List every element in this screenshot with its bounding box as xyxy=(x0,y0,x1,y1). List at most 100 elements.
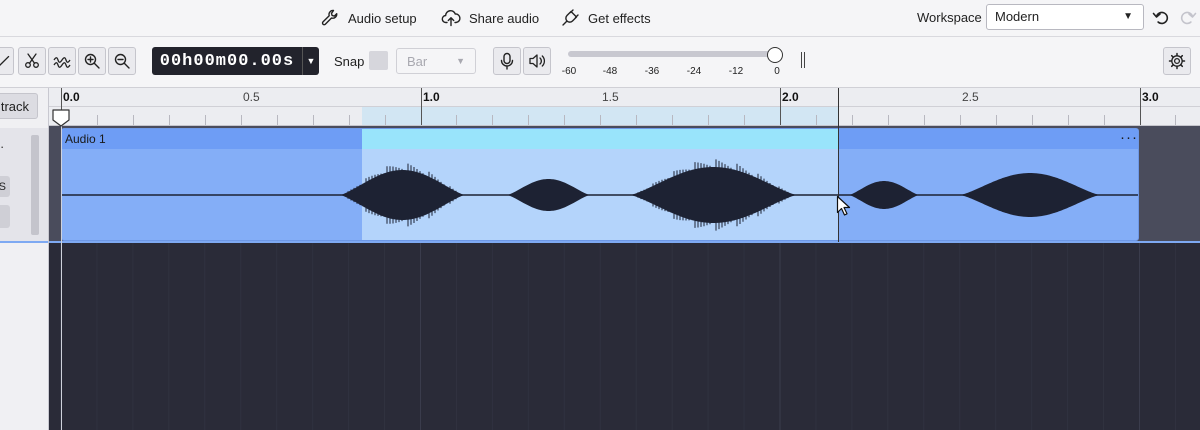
ruler-minor-tick xyxy=(600,115,601,125)
silence-tool-button[interactable] xyxy=(48,47,76,75)
ruler-major-tick xyxy=(421,88,422,125)
solo-button[interactable]: S xyxy=(0,176,10,197)
playback-level-slider-thumb[interactable] xyxy=(767,47,783,63)
ruler-major-tick xyxy=(780,88,781,125)
ruler-minor-tick xyxy=(960,115,961,125)
meter-tick-label: -24 xyxy=(686,66,702,77)
ruler-divider xyxy=(49,106,1200,107)
waveform-burst xyxy=(507,179,590,211)
redo-icon[interactable] xyxy=(1178,7,1198,27)
cloud-upload-icon xyxy=(441,10,461,27)
ruler-minor-tick xyxy=(636,115,637,125)
timecode-format-menu[interactable]: ▼ xyxy=(302,47,319,75)
track-name-stub: · xyxy=(0,139,5,154)
mouse-cursor-icon xyxy=(836,195,851,216)
clip-header-selection-highlight xyxy=(362,129,838,149)
playback-meter-button[interactable] xyxy=(523,47,551,75)
share-audio-button[interactable]: Share audio xyxy=(441,7,539,29)
ruler-minor-tick xyxy=(924,115,925,125)
audio-setup-label: Audio setup xyxy=(348,10,417,26)
chevron-down-icon: ▼ xyxy=(1123,11,1133,22)
workspace-select[interactable]: Modern ▼ xyxy=(986,4,1144,30)
wrench-icon xyxy=(321,9,338,26)
waveform-burst xyxy=(960,173,1100,217)
snap-select[interactable]: Bar ▼ xyxy=(396,48,476,74)
ruler-label: 1.5 xyxy=(602,90,619,104)
clip-menu-icon[interactable]: ··· xyxy=(1120,129,1138,146)
ruler-minor-tick xyxy=(708,115,709,125)
ruler-minor-tick xyxy=(672,115,673,125)
solo-label: S xyxy=(0,180,6,193)
zoom-out-button[interactable] xyxy=(108,47,136,75)
playhead-handle[interactable] xyxy=(51,109,71,127)
gear-icon xyxy=(1168,52,1186,70)
scissors-icon xyxy=(25,53,39,68)
ruler-label: 3.0 xyxy=(1142,90,1159,104)
empty-track-grid[interactable] xyxy=(49,243,1200,430)
zoom-out-icon xyxy=(114,53,130,69)
snap-label: Snap xyxy=(334,54,365,69)
ruler-minor-tick xyxy=(1104,115,1105,125)
ruler-minor-tick xyxy=(744,115,745,125)
chevron-down-icon: ▼ xyxy=(306,56,316,66)
zoom-in-button[interactable] xyxy=(78,47,106,75)
share-audio-label: Share audio xyxy=(469,10,540,26)
draw-tool-button[interactable] xyxy=(0,47,14,75)
ruler-minor-tick xyxy=(277,115,278,125)
get-effects-label: Get effects xyxy=(588,10,651,26)
ruler-label: 0.0 xyxy=(63,90,80,104)
ruler-label: 2.0 xyxy=(782,90,799,104)
trim-tool-button[interactable] xyxy=(18,47,46,75)
snap-value: Bar xyxy=(407,54,428,69)
meter-tick-label: -48 xyxy=(602,66,618,77)
ruler-minor-tick xyxy=(456,115,457,125)
ruler-major-tick xyxy=(1140,88,1141,125)
ruler-minor-tick xyxy=(852,115,853,125)
settings-button[interactable] xyxy=(1163,47,1191,75)
ruler-label: 2.5 xyxy=(962,90,979,104)
microphone-icon xyxy=(500,52,514,70)
audio-clip[interactable]: Audio 1 ··· xyxy=(61,128,1139,241)
ruler-minor-tick xyxy=(492,115,493,125)
ruler-minor-tick xyxy=(133,115,134,125)
zoom-in-icon xyxy=(84,53,100,69)
clip-title: Audio 1 xyxy=(65,132,106,146)
timecode-display[interactable]: 00h00m00.00s xyxy=(152,47,302,75)
pen-icon xyxy=(0,55,10,67)
ruler-minor-tick xyxy=(313,115,314,125)
speaker-icon xyxy=(529,54,546,68)
ruler-minor-tick xyxy=(528,115,529,125)
meter-end-marker xyxy=(801,52,805,68)
ruler-minor-tick xyxy=(205,115,206,125)
workspace-label: Workspace xyxy=(917,10,982,25)
ruler-minor-tick xyxy=(996,115,997,125)
meter-tick-label: 0 xyxy=(774,66,780,77)
ruler-label: 0.5 xyxy=(243,90,260,104)
waveform-burst xyxy=(849,181,919,209)
get-effects-button[interactable]: Get effects xyxy=(560,7,651,29)
ruler-minor-tick xyxy=(1068,115,1069,125)
audio-setup-button[interactable]: Audio setup xyxy=(320,7,417,29)
ruler-minor-tick xyxy=(385,115,386,125)
ruler-minor-tick xyxy=(1175,115,1176,125)
ruler-minor-tick xyxy=(169,115,170,125)
track-level-meter xyxy=(31,135,39,235)
snap-checkbox[interactable] xyxy=(369,51,388,70)
meter-tick-label: -12 xyxy=(728,66,744,77)
ruler-minor-tick xyxy=(1032,115,1033,125)
ruler-label: 1.0 xyxy=(423,90,440,104)
playback-level-slider-track[interactable] xyxy=(568,51,778,57)
add-track-button[interactable]: track xyxy=(0,93,38,119)
record-meter-button[interactable] xyxy=(493,47,521,75)
undo-icon[interactable] xyxy=(1151,7,1171,27)
workspace-value: Modern xyxy=(995,9,1040,24)
chevron-down-icon: ▼ xyxy=(456,56,465,66)
ruler-minor-tick xyxy=(97,115,98,125)
meter-tick-label: -60 xyxy=(561,66,577,77)
playhead-line xyxy=(61,120,62,430)
ruler-minor-tick xyxy=(349,115,350,125)
waveform[interactable] xyxy=(62,149,1139,241)
mute-button[interactable] xyxy=(0,205,10,228)
meter-tick-label: -36 xyxy=(644,66,660,77)
ruler-minor-tick xyxy=(241,115,242,125)
